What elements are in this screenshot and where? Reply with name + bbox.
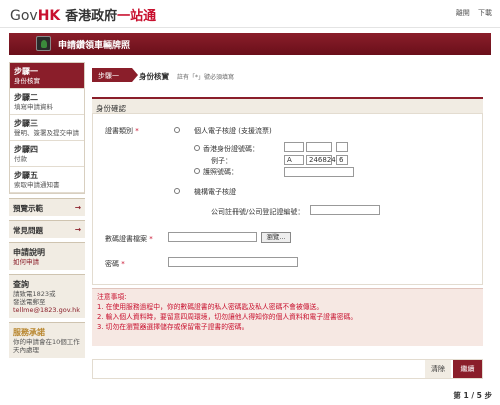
form-area: 證書類別 * 個人電子核證 (支援流票) 香港身份證號碼： 例子： A 2468…: [92, 113, 483, 285]
sidebar: 步驟一 身份核實 步驟二 填寫申請資料 步驟三 聲明、簽署及提交申請 步驟四 付…: [9, 62, 85, 387]
example-label: 例子：: [211, 157, 232, 165]
exit-link[interactable]: 離開: [456, 9, 470, 17]
faq-link[interactable]: 常見問題 →: [9, 220, 85, 238]
radio-hkid[interactable]: [194, 145, 200, 151]
demo-preview-link[interactable]: 預覽示範 →: [9, 198, 85, 216]
password-text: 密碼: [105, 260, 119, 268]
radio-personal-cert[interactable]: [174, 127, 180, 133]
notice-item-1: 1. 在使用服務過程中，你的數碼證書的私人密碼匙及私人密碼不會被傳送。: [97, 303, 324, 311]
hkid-number-input[interactable]: [306, 142, 332, 152]
cert-type-text: 證書類別: [105, 127, 133, 135]
company-number-input[interactable]: [310, 205, 380, 215]
cert-type-label: 證書類別 *: [105, 126, 139, 136]
page-indicator: 第 1 / 5 步: [453, 391, 492, 400]
sidelink-label: 常見問題: [13, 226, 43, 235]
step-number: 步驟五: [14, 171, 38, 180]
enquiry-line1: 請致電1823或: [13, 290, 56, 298]
step-list: 步驟一 身份核實 步驟二 填寫申請資料 步驟三 聲明、簽署及提交申請 步驟四 付…: [9, 62, 85, 194]
step-desc: 付款: [14, 155, 27, 163]
required-note: 註有「*」號必須填寫: [177, 74, 235, 81]
step-desc: 聲明、簽署及提交申請: [14, 129, 79, 137]
opt-org-label: 機構電子核證: [194, 188, 236, 196]
next-button[interactable]: 繼續: [453, 360, 482, 378]
step-2[interactable]: 步驟二 填寫申請資料: [10, 89, 84, 115]
pledge-title: 服務承諾: [13, 328, 45, 337]
example-number: 246824: [306, 155, 336, 165]
enquiry-line2: 發送電郵至: [13, 298, 46, 306]
crumb-step: 步驟一: [92, 68, 138, 82]
service-pledge-box: 服務承諾 你的申請會在10個工作天內處理: [9, 322, 85, 358]
notice-item-2: 2. 輸入個人資料時，要留意四周環境，切勿讓他人得知你的個人資料和電子證書密碼。: [97, 313, 358, 321]
password-label: 密碼 *: [105, 259, 125, 269]
browse-button[interactable]: 瀏覽...: [261, 232, 291, 243]
radio-passport[interactable]: [194, 168, 200, 174]
logo-zh2: 一站通: [117, 9, 157, 24]
required-mark: *: [149, 235, 153, 243]
clear-button[interactable]: 清除: [425, 360, 451, 378]
opt-hkid-label: 香港身份證號碼：: [203, 145, 259, 153]
download-link[interactable]: 下載: [478, 9, 492, 17]
notice-item-3: 3. 切勿在瀏覽器選擇儲存或保留電子證書的密碼。: [97, 323, 249, 331]
pledge-text: 你的申請會在10個工作天內處理: [13, 338, 80, 354]
identity-panel: 身份確認 證書類別 * 個人電子核證 (支援流票) 香港身份證號碼： 例子： A…: [92, 97, 483, 285]
top-links: 離開 下載: [450, 8, 492, 18]
cert-file-text: 數碼證書檔案: [105, 235, 147, 243]
help-title: 申請說明: [13, 248, 45, 257]
crumb-current: 身份核實: [139, 72, 169, 81]
enquiry-box: 查詢 請致電1823或 發送電郵至 tellme@1823.gov.hk: [9, 274, 85, 318]
top-bar: GovHK 香港政府一站通 離開 下載: [0, 0, 500, 28]
action-bar: 清除 繼續: [92, 359, 483, 379]
step-number: 步驟三: [14, 119, 38, 128]
cert-file-label: 數碼證書檔案 *: [105, 234, 153, 244]
arrow-right-icon: →: [74, 203, 81, 212]
help-box: 申請說明 如何申請: [9, 242, 85, 270]
step-number: 步驟一: [14, 67, 38, 76]
govhk-logo[interactable]: GovHK 香港政府一站通: [10, 5, 156, 24]
enquiry-title: 查詢: [13, 280, 29, 289]
emblem-icon: [36, 36, 51, 51]
logo-zh: 香港政府: [65, 9, 118, 24]
notice-title: 注意事項:: [97, 293, 127, 301]
radio-org-cert[interactable]: [174, 188, 180, 194]
sidelink-label: 預覽示範: [13, 204, 43, 213]
hkid-check-input[interactable]: [336, 142, 348, 152]
step-desc: 索取申請通知書: [14, 181, 60, 189]
step-desc: 身份核實: [14, 77, 40, 85]
step-3[interactable]: 步驟三 聲明、簽署及提交申請: [10, 115, 84, 141]
notice-box: 注意事項: 1. 在使用服務過程中，你的數碼證書的私人密碼匙及私人密碼不會被傳送…: [92, 288, 483, 346]
example-letter: A: [284, 155, 304, 165]
required-mark: *: [121, 260, 125, 268]
how-to-apply-link[interactable]: 如何申請: [13, 258, 81, 266]
cert-file-input[interactable]: [168, 232, 257, 242]
password-input[interactable]: [168, 257, 298, 267]
company-label: 公司註冊號/公司登記證編號：: [211, 208, 305, 216]
opt-passport-label: 護照號碼：: [203, 168, 238, 176]
opt-personal-label: 個人電子核證 (支援流票): [194, 127, 272, 135]
required-mark: *: [135, 127, 139, 135]
arrow-right-icon: →: [74, 225, 81, 234]
hkid-letter-input[interactable]: [284, 142, 304, 152]
step-number: 步驟二: [14, 93, 38, 102]
step-4[interactable]: 步驟四 付款: [10, 141, 84, 167]
logo-hk: HK: [37, 8, 61, 24]
step-desc: 填寫申請資料: [14, 103, 53, 111]
step-number: 步驟四: [14, 145, 38, 154]
page-title: 申請鑽領車輛牌照: [58, 41, 131, 51]
step-breadcrumb: 步驟一 身份核實 註有「*」號必須填寫: [92, 68, 483, 84]
passport-input[interactable]: [284, 167, 354, 177]
step-5[interactable]: 步驟五 索取申請通知書: [10, 167, 84, 193]
step-1[interactable]: 步驟一 身份核實: [10, 63, 84, 89]
enquiry-email-link[interactable]: tellme@1823.gov.hk: [13, 306, 81, 314]
logo-gov: Gov: [10, 8, 38, 24]
example-check: 6: [336, 155, 348, 165]
page-banner: 申請鑽領車輛牌照: [9, 33, 491, 55]
